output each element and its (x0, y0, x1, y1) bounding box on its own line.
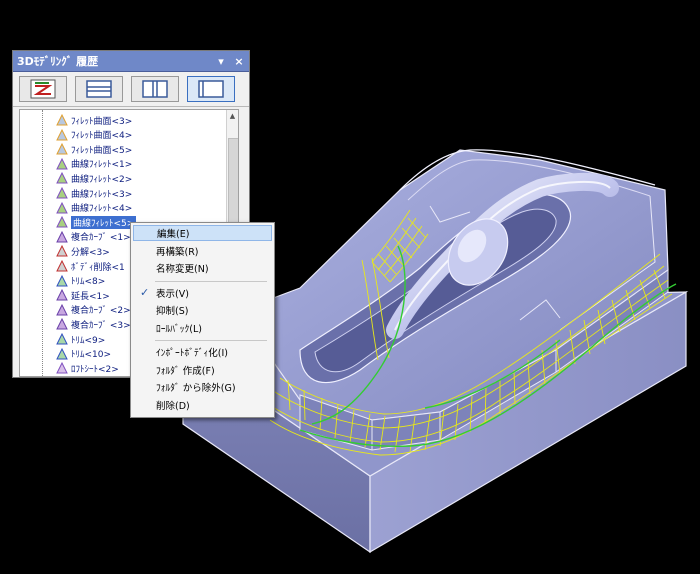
composite-curve-icon (56, 318, 68, 330)
menu-item[interactable]: ﾌｫﾙﾀﾞ から除外(G) (133, 379, 272, 395)
tree-item-label: 分解<3> (71, 247, 110, 258)
tree-item[interactable]: 延長<1> (56, 288, 110, 302)
trim-icon (56, 347, 68, 360)
composite-curve-icon (56, 303, 68, 316)
pin-dropdown-icon[interactable]: ▾ (213, 53, 229, 69)
menu-item-label: 再構築(R) (156, 246, 199, 258)
tree-item[interactable]: 複合ｶｰﾌﾞ <1> (56, 230, 131, 244)
panel-title: 3Dﾓﾃﾞﾘﾝｸﾞ 履歴 (17, 55, 99, 68)
curve-fillet-icon (56, 157, 68, 170)
trim-icon (56, 274, 68, 287)
tree-guide-line (42, 110, 43, 376)
menu-item[interactable]: 編集(E) (133, 225, 272, 241)
delete-body-icon (56, 259, 68, 272)
menu-item-label: 削除(D) (156, 400, 190, 412)
tree-item-label: 複合ｶｰﾌﾞ <2> (71, 306, 131, 317)
fillet-surface-icon (56, 143, 68, 155)
history-regen-icon (30, 79, 56, 99)
menu-item[interactable]: 名称変更(N) (133, 260, 272, 276)
menu-item-label: 表示(V) (156, 288, 189, 300)
close-icon[interactable]: × (231, 53, 247, 69)
tree-item[interactable]: 複合ｶｰﾌﾞ <2> (56, 303, 131, 317)
curve-fillet-icon (56, 216, 68, 228)
menu-item[interactable]: 削除(D) (133, 397, 272, 413)
tree-item[interactable]: ﾛﾌﾄｼｰﾄ<2> (56, 361, 119, 375)
tree-item-label: ﾄﾘﾑ<9> (71, 335, 106, 346)
tree-item-label: 曲線ﾌｨﾚｯﾄ<2> (71, 174, 133, 185)
single-pane-button[interactable] (187, 76, 235, 102)
menu-item-label: ｲﾝﾎﾟｰﾄﾎﾞﾃﾞｨ化(I) (156, 348, 228, 359)
tree-item-label: 曲線ﾌｨﾚｯﾄ<3> (71, 189, 133, 200)
tree-item-label: 曲線ﾌｨﾚｯﾄ<5> (71, 215, 137, 229)
tree-item-label: ﾎﾞﾃﾞｨ削除<1 (71, 262, 125, 273)
context-menu: 編集(E) 再構築(R) 名称変更(N) ✓ 表示(V) 抑制(S) ﾛｰﾙﾊﾞｯｸ(L) ｲ… (130, 222, 275, 418)
tree-item[interactable]: 曲線ﾌｨﾚｯﾄ<1> (56, 157, 132, 171)
menu-item-label: ﾌｫﾙﾀﾞ 作成(F) (156, 365, 215, 377)
tree-item[interactable]: 複合ｶｰﾌﾞ <3> (56, 317, 131, 331)
menu-item-label: ﾌｫﾙﾀﾞ から除外(G) (156, 383, 236, 394)
history-regen-button[interactable] (19, 76, 67, 102)
tree-item-label: 曲線ﾌｨﾚｯﾄ<4> (71, 204, 133, 215)
curve-fillet-icon (56, 172, 68, 184)
tree-item[interactable]: ﾌｨﾚｯﾄ曲面<5> (56, 142, 132, 156)
single-pane-icon (198, 80, 224, 98)
tree-item-label: ﾄﾘﾑ<8> (71, 277, 106, 288)
composite-curve-icon (56, 230, 68, 243)
split-horizontal-button[interactable] (75, 76, 123, 102)
split-vertical-icon (142, 80, 168, 98)
menu-separator (155, 340, 267, 341)
tree-item-label: 曲線ﾌｨﾚｯﾄ<1> (71, 160, 133, 171)
menu-item-label: 編集(E) (157, 229, 190, 240)
menu-item-label: 抑制(S) (156, 306, 189, 317)
curve-fillet-icon (56, 201, 68, 214)
tree-item-label: ﾌｨﾚｯﾄ曲面<4> (71, 131, 133, 142)
tree-item[interactable]: ﾌｨﾚｯﾄ曲面<4> (56, 128, 132, 142)
explode-icon (56, 245, 68, 257)
tree-item[interactable]: 曲線ﾌｨﾚｯﾄ<4> (56, 201, 132, 215)
tree-item-label: ﾌｨﾚｯﾄ曲面<3> (71, 116, 133, 127)
tree-item[interactable]: 分解<3> (56, 244, 110, 258)
fillet-surface-icon (56, 128, 68, 141)
menu-item[interactable]: ✓ 表示(V) (133, 285, 272, 301)
tree-item-label: ﾌｨﾚｯﾄ曲面<5> (71, 145, 133, 156)
tree-item-label: 延長<1> (71, 291, 110, 302)
tree-item-label: ﾄﾘﾑ<10> (71, 350, 112, 361)
menu-item[interactable]: ｲﾝﾎﾟｰﾄﾎﾞﾃﾞｨ化(I) (133, 344, 272, 360)
checkmark-icon: ✓ (140, 285, 150, 299)
menu-item[interactable]: 再構築(R) (133, 243, 272, 259)
tree-item[interactable]: ﾄﾘﾑ<10> (56, 347, 111, 361)
panel-title-bar[interactable]: 3Dﾓﾃﾞﾘﾝｸﾞ 履歴 ▾ × (13, 51, 249, 72)
trim-icon (56, 332, 68, 345)
extend-icon (56, 289, 68, 301)
tree-item[interactable]: 曲線ﾌｨﾚｯﾄ<3> (56, 186, 132, 200)
panel-toolbar (13, 72, 249, 107)
menu-item[interactable]: ﾌｫﾙﾀﾞ 作成(F) (133, 362, 272, 378)
loft-sheet-icon (56, 362, 68, 374)
curve-fillet-icon (56, 186, 68, 199)
tree-item[interactable]: 曲線ﾌｨﾚｯﾄ<5> (56, 215, 137, 229)
tree-item-label: ﾛﾌﾄｼｰﾄ<2> (71, 364, 119, 375)
split-horizontal-icon (86, 80, 112, 98)
menu-item-label: 名称変更(N) (156, 264, 209, 275)
menu-item[interactable]: ﾛｰﾙﾊﾞｯｸ(L) (133, 320, 272, 336)
menu-separator (155, 280, 267, 282)
tree-item[interactable]: ﾄﾘﾑ<9> (56, 332, 105, 346)
tree-item-label: 複合ｶｰﾌﾞ <3> (71, 320, 131, 331)
menu-item[interactable]: 抑制(S) (133, 302, 272, 318)
split-vertical-button[interactable] (131, 76, 179, 102)
tree-item[interactable]: 曲線ﾌｨﾚｯﾄ<2> (56, 171, 132, 185)
tree-item[interactable]: ﾎﾞﾃﾞｨ削除<1 (56, 259, 125, 273)
scroll-up-icon[interactable]: ▲ (227, 110, 238, 121)
tree-item[interactable]: ﾄﾘﾑ<8> (56, 274, 105, 288)
tree-item-label: 複合ｶｰﾌﾞ <1> (71, 233, 131, 244)
menu-item-label: ﾛｰﾙﾊﾞｯｸ(L) (156, 323, 202, 335)
fillet-surface-icon (56, 113, 68, 126)
tree-item[interactable]: ﾌｨﾚｯﾄ曲面<3> (56, 113, 132, 127)
